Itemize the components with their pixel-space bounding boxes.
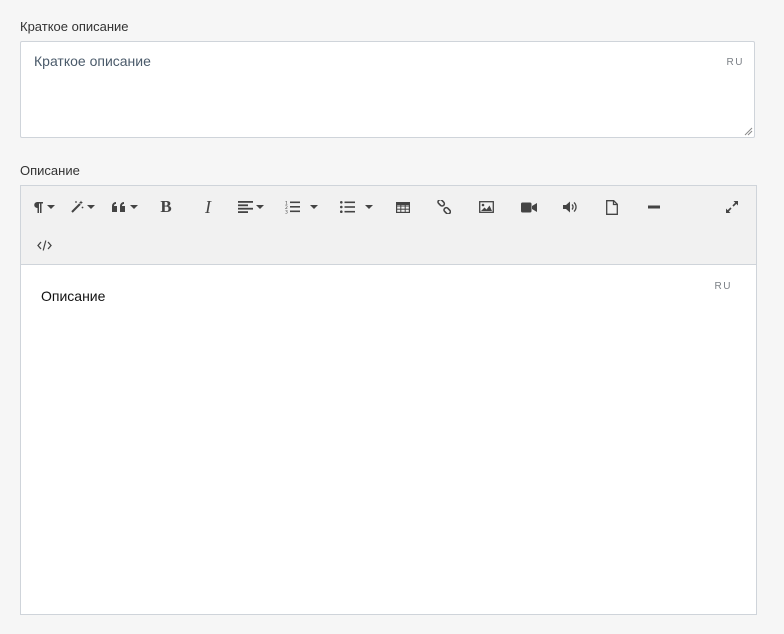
link-icon [437, 200, 451, 214]
bold-icon: B [160, 197, 172, 216]
audio-button[interactable] [563, 194, 577, 220]
align-left-icon [238, 201, 253, 213]
unordered-list-button[interactable] [340, 194, 373, 220]
file-icon [606, 199, 618, 215]
chevron-down-icon [87, 205, 95, 209]
video-icon [521, 202, 537, 212]
magic-wand-icon [71, 200, 84, 213]
fullscreen-button[interactable] [725, 194, 739, 220]
short-description-lang-badge: RU [726, 57, 744, 68]
italic-button[interactable]: I [202, 194, 214, 220]
bold-button[interactable]: B [159, 194, 173, 220]
chevron-down-icon [47, 205, 55, 209]
paragraph-icon [34, 201, 43, 213]
ordered-list-icon: 1 2 3 [285, 201, 300, 215]
image-icon [479, 201, 494, 213]
ordered-list-button[interactable]: 1 2 3 [285, 194, 318, 220]
resize-handle-icon[interactable] [744, 127, 753, 136]
description-value[interactable]: Описание [41, 288, 105, 304]
image-button[interactable] [479, 194, 494, 220]
short-description-label: Краткое описание [20, 19, 129, 34]
svg-text:3: 3 [285, 210, 288, 215]
chevron-down-icon [256, 205, 264, 209]
blockquote-button[interactable] [112, 194, 138, 220]
chevron-down-icon [365, 205, 373, 209]
chevron-down-icon [130, 205, 138, 209]
audio-icon [563, 201, 577, 213]
video-button[interactable] [521, 194, 537, 220]
quote-icon [112, 201, 125, 212]
horizontal-rule-button[interactable] [648, 194, 660, 220]
description-label: Описание [20, 163, 80, 178]
description-lang-badge: RU [714, 281, 732, 292]
paragraph-style-button[interactable] [33, 194, 55, 220]
description-editable-area[interactable]: Описание RU [21, 265, 756, 614]
link-button[interactable] [437, 194, 451, 220]
file-button[interactable] [606, 194, 618, 220]
italic-icon: I [205, 196, 211, 217]
style-button[interactable] [70, 194, 95, 220]
chevron-down-icon [310, 205, 318, 209]
table-button[interactable] [396, 194, 410, 220]
fullscreen-icon [726, 201, 738, 213]
short-description-textarea[interactable]: Краткое описание RU [20, 41, 755, 138]
description-editor: B I 1 2 3 Описание RU [20, 185, 757, 615]
editor-toolbar: B I 1 2 3 [21, 186, 756, 265]
table-icon [396, 201, 410, 213]
horizontal-rule-icon [648, 205, 660, 209]
code-view-button[interactable] [37, 232, 52, 258]
unordered-list-icon [340, 201, 355, 213]
code-view-icon [37, 239, 52, 251]
short-description-value[interactable]: Краткое описание [34, 53, 151, 69]
align-button[interactable] [238, 194, 264, 220]
